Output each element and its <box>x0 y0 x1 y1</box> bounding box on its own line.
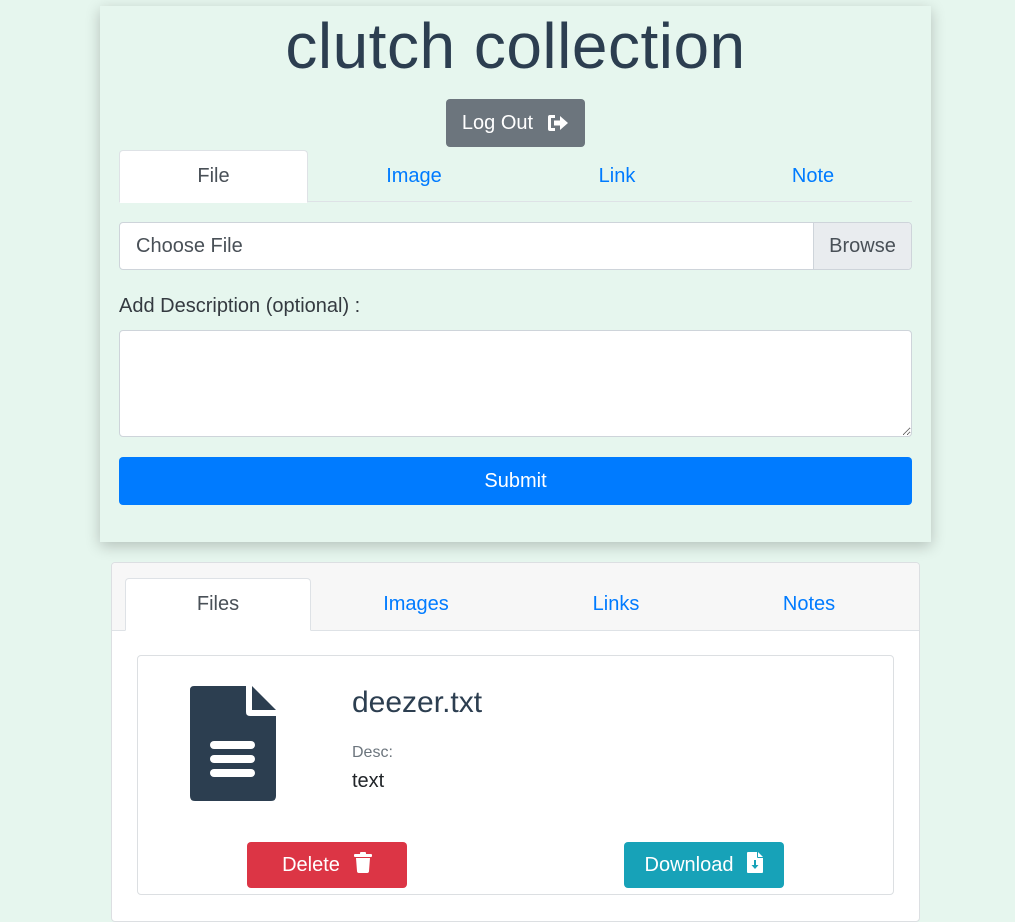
description-caption: Desc: <box>352 744 393 761</box>
logout-wrap: Log Out <box>119 88 912 150</box>
tab-file[interactable]: File <box>119 150 308 203</box>
submit-button[interactable]: Submit <box>119 457 912 505</box>
tab-image[interactable]: Image <box>308 150 520 202</box>
file-item-card: deezer.txt Desc: text Delete Download <box>137 655 894 895</box>
description-value: text <box>352 770 385 792</box>
file-chooser-label[interactable]: Choose File <box>120 223 813 269</box>
browse-button[interactable]: Browse <box>813 223 911 269</box>
app-title: clutch collection <box>285 10 746 82</box>
tab-links[interactable]: Links <box>521 578 711 630</box>
file-download-icon <box>747 851 764 879</box>
tab-notes[interactable]: Notes <box>711 578 907 630</box>
download-button[interactable]: Download <box>624 842 784 888</box>
collection-card: Files Images Links Notes deezer.txt Desc… <box>111 562 920 922</box>
tab-images[interactable]: Images <box>311 578 521 630</box>
delete-button[interactable]: Delete <box>247 842 407 888</box>
collection-header: Files Images Links Notes <box>112 563 919 631</box>
download-label: Download <box>644 853 734 876</box>
logout-label: Log Out <box>461 111 534 134</box>
tab-link[interactable]: Link <box>520 150 714 202</box>
collection-tabs: Files Images Links Notes <box>125 578 919 631</box>
file-chooser[interactable]: Choose File Browse <box>119 222 912 270</box>
description-textarea[interactable] <box>119 330 912 437</box>
logout-button[interactable]: Log Out <box>445 99 586 147</box>
delete-label: Delete <box>282 853 340 876</box>
trash-icon <box>353 851 372 879</box>
description-label: Add Description (optional) : <box>119 295 361 317</box>
file-text-icon <box>190 686 276 806</box>
sign-out-icon <box>547 114 569 132</box>
upload-card: clutch collection Log Out File Image Lin… <box>100 6 931 542</box>
tab-files[interactable]: Files <box>125 578 311 631</box>
tab-note[interactable]: Note <box>714 150 912 202</box>
file-name: deezer.txt <box>352 686 483 719</box>
upload-tabs: File Image Link Note <box>119 150 912 203</box>
